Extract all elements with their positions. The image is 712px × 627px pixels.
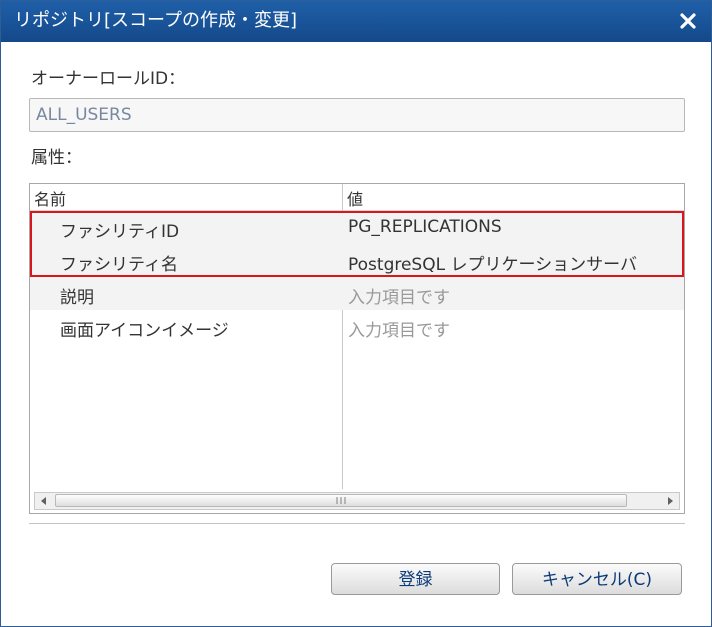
- arrow-right-icon: [668, 497, 673, 505]
- scroll-thumb[interactable]: [55, 494, 627, 507]
- owner-role-label: オーナーロールID：: [31, 69, 186, 89]
- row-value-cell[interactable]: PG_REPLICATIONS: [348, 217, 682, 237]
- owner-role-input[interactable]: [29, 98, 685, 132]
- row-value-cell[interactable]: PostgreSQL レプリケーションサーバ: [348, 250, 682, 275]
- row-name-cell: ファシリティID: [60, 222, 180, 242]
- arrow-left-icon: [41, 497, 46, 505]
- scroll-left-button[interactable]: [35, 493, 53, 509]
- table-row[interactable]: ファシリティ名 PostgreSQL レプリケーションサーバ: [30, 244, 684, 277]
- row-name-cell: ファシリティ名: [60, 255, 178, 275]
- table-row[interactable]: 説明 入力項目です: [30, 277, 684, 310]
- close-icon: [680, 13, 696, 29]
- row-value-cell[interactable]: 入力項目です: [348, 316, 682, 341]
- table-row[interactable]: ファシリティID PG_REPLICATIONS: [30, 211, 684, 244]
- register-button[interactable]: 登録: [331, 563, 500, 595]
- row-value-cell[interactable]: 入力項目です: [348, 283, 682, 308]
- title-bar[interactable]: リポジトリ[スコープの作成・変更]: [1, 1, 711, 42]
- cancel-button[interactable]: キャンセル(C): [512, 563, 682, 595]
- scroll-right-button[interactable]: [661, 493, 679, 509]
- close-button[interactable]: [675, 8, 701, 34]
- dialog-title: リポジトリ[スコープの作成・変更]: [14, 10, 297, 31]
- column-header-value[interactable]: 値: [347, 186, 363, 210]
- column-header-name[interactable]: 名前: [34, 186, 66, 210]
- scope-dialog: リポジトリ[スコープの作成・変更] オーナーロールID： 属性： 名前 値 ファ…: [0, 0, 712, 627]
- table-header: 名前 値: [30, 184, 684, 211]
- horizontal-scrollbar[interactable]: [34, 492, 680, 510]
- attributes-table: 名前 値 ファシリティID PG_REPLICATIONS ファシリティ名 Po…: [29, 183, 685, 514]
- separator: [29, 523, 685, 524]
- row-name-cell: 説明: [60, 288, 94, 308]
- row-name-cell: 画面アイコンイメージ: [60, 321, 229, 341]
- attributes-label: 属性：: [31, 148, 82, 168]
- grip-icon: [336, 497, 346, 504]
- table-row[interactable]: 画面アイコンイメージ 入力項目です: [30, 310, 684, 343]
